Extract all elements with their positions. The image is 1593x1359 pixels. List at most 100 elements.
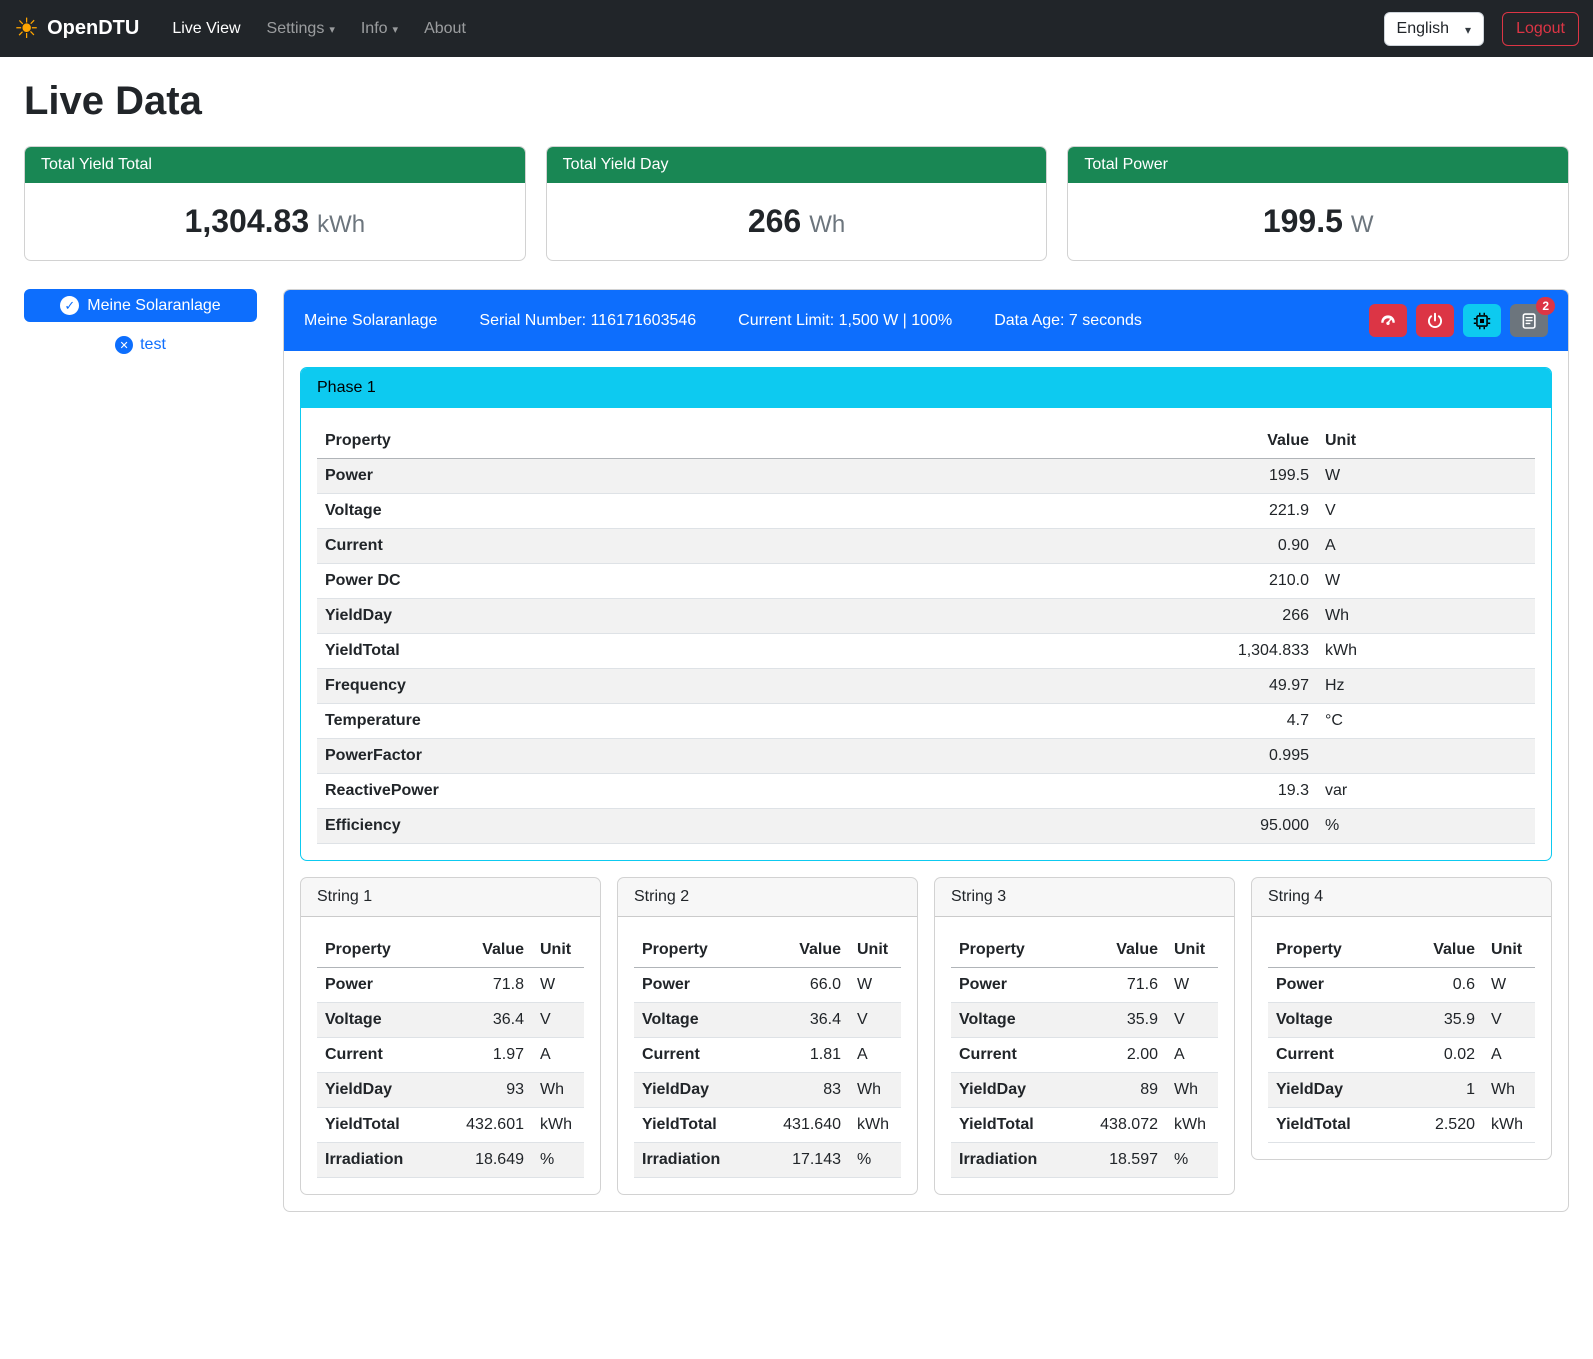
value-cell: 2.00 (1092, 1038, 1166, 1073)
table-header-row: Property Value Unit (317, 424, 1535, 459)
unit-cell: Wh (849, 1073, 901, 1108)
brand-label: OpenDTU (47, 17, 139, 40)
table-row: YieldDay1Wh (1268, 1073, 1535, 1108)
logout-button[interactable]: Logout (1502, 12, 1579, 46)
col-value: Value (775, 933, 849, 968)
inverter-item-test[interactable]: ✕ test (24, 336, 257, 354)
table-row: YieldTotal1,304.833kWh (317, 634, 1535, 669)
value-cell: 35.9 (1411, 1003, 1483, 1038)
unit-cell: % (532, 1143, 584, 1178)
top-navbar: ☀ OpenDTU Live View Settings ▾ Info ▾ Ab… (0, 0, 1593, 57)
property-cell: Temperature (317, 704, 915, 739)
value-cell: 1.97 (458, 1038, 532, 1073)
value-cell: 18.597 (1092, 1143, 1166, 1178)
value-cell: 0.995 (915, 739, 1317, 774)
nav-item-settings[interactable]: Settings ▾ (254, 12, 348, 46)
event-log-button[interactable]: 2 (1510, 304, 1548, 337)
inverter-name: Meine Solaranlage (304, 312, 437, 330)
property-cell: Irradiation (951, 1143, 1092, 1178)
nav-item-info[interactable]: Info ▾ (348, 12, 411, 46)
unit-cell: % (1317, 809, 1535, 844)
inverter-select-label: Meine Solaranlage (87, 297, 220, 315)
inverter-serial: Serial Number: 116171603546 (479, 312, 696, 330)
property-cell: Voltage (317, 494, 915, 529)
col-value: Value (1411, 933, 1483, 968)
property-cell: Irradiation (634, 1143, 775, 1178)
property-cell: YieldDay (317, 1073, 458, 1108)
total-power-card: Total Power 199.5W (1067, 146, 1569, 261)
value-cell: 432.601 (458, 1108, 532, 1143)
unit-cell: A (1317, 529, 1535, 564)
x-circle-icon: ✕ (115, 336, 133, 354)
event-count-badge: 2 (1536, 297, 1555, 315)
value-cell: 71.6 (1092, 968, 1166, 1003)
property-cell: YieldTotal (1268, 1108, 1411, 1143)
total-yield-day-value: 266 (748, 203, 801, 239)
unit-cell: A (1483, 1038, 1535, 1073)
table-row: YieldDay83Wh (634, 1073, 901, 1108)
unit-cell: Wh (1317, 599, 1535, 634)
total-yield-total-card: Total Yield Total 1,304.83kWh (24, 146, 526, 261)
card-title: Total Power (1068, 147, 1568, 183)
power-button[interactable] (1416, 304, 1454, 337)
table-row: ReactivePower19.3var (317, 774, 1535, 809)
value-cell: 0.90 (915, 529, 1317, 564)
unit-cell: kWh (532, 1108, 584, 1143)
unit-cell: W (849, 968, 901, 1003)
table-row: Efficiency95.000% (317, 809, 1535, 844)
table-row: YieldTotal438.072kWh (951, 1108, 1218, 1143)
value-cell: 1,304.833 (915, 634, 1317, 669)
card-title: Total Yield Day (547, 147, 1047, 183)
unit-cell: V (1483, 1003, 1535, 1038)
unit-cell: V (532, 1003, 584, 1038)
table-row: YieldDay93Wh (317, 1073, 584, 1108)
limit-settings-button[interactable] (1369, 304, 1407, 337)
inverter-select-button[interactable]: ✓ Meine Solaranlage (24, 289, 257, 322)
table-row: Current1.81A (634, 1038, 901, 1073)
value-cell: 83 (775, 1073, 849, 1108)
value-cell: 0.6 (1411, 968, 1483, 1003)
property-cell: Voltage (634, 1003, 775, 1038)
unit-cell: % (1166, 1143, 1218, 1178)
table-row: YieldTotal431.640kWh (634, 1108, 901, 1143)
property-cell: Power DC (317, 564, 915, 599)
table-row: Voltage36.4V (317, 1003, 584, 1038)
property-cell: Current (317, 529, 915, 564)
value-cell: 19.3 (915, 774, 1317, 809)
value-cell: 1 (1411, 1073, 1483, 1108)
inverter-panel-header: Meine Solaranlage Serial Number: 1161716… (284, 290, 1568, 351)
string-1-table: Property Value Unit Power71.8WVoltage36.… (317, 933, 584, 1178)
col-property: Property (951, 933, 1092, 968)
table-row: Current0.90A (317, 529, 1535, 564)
value-cell: 71.8 (458, 968, 532, 1003)
property-cell: ReactivePower (317, 774, 915, 809)
property-cell: YieldTotal (634, 1108, 775, 1143)
string-1-card: String 1 Property Value Unit (300, 877, 601, 1195)
chevron-down-icon: ▾ (329, 23, 335, 36)
unit-cell: Wh (1166, 1073, 1218, 1108)
value-cell: 93 (458, 1073, 532, 1108)
unit-cell: A (1166, 1038, 1218, 1073)
value-cell: 431.640 (775, 1108, 849, 1143)
value-cell: 221.9 (915, 494, 1317, 529)
nav-item-live-view[interactable]: Live View (159, 12, 253, 46)
table-row: Irradiation18.649% (317, 1143, 584, 1178)
value-cell: 66.0 (775, 968, 849, 1003)
property-cell: Power (1268, 968, 1411, 1003)
table-row: Irradiation18.597% (951, 1143, 1218, 1178)
table-row: Power66.0W (634, 968, 901, 1003)
table-header-row: Property Value Unit (951, 933, 1218, 968)
string-2-table: Property Value Unit Power66.0WVoltage36.… (634, 933, 901, 1178)
value-cell: 18.649 (458, 1143, 532, 1178)
language-select[interactable]: English ▾ (1384, 12, 1485, 46)
device-info-button[interactable] (1463, 304, 1501, 337)
nav-item-about[interactable]: About (411, 12, 479, 46)
unit-cell: kWh (1317, 634, 1535, 669)
value-cell: 36.4 (458, 1003, 532, 1038)
gauge-icon (1379, 312, 1397, 330)
total-yield-total-unit: kWh (317, 211, 365, 238)
brand[interactable]: ☀ OpenDTU (14, 15, 139, 43)
property-cell: Current (1268, 1038, 1411, 1073)
table-row: YieldDay89Wh (951, 1073, 1218, 1108)
inverter-actions: 2 (1369, 304, 1548, 337)
